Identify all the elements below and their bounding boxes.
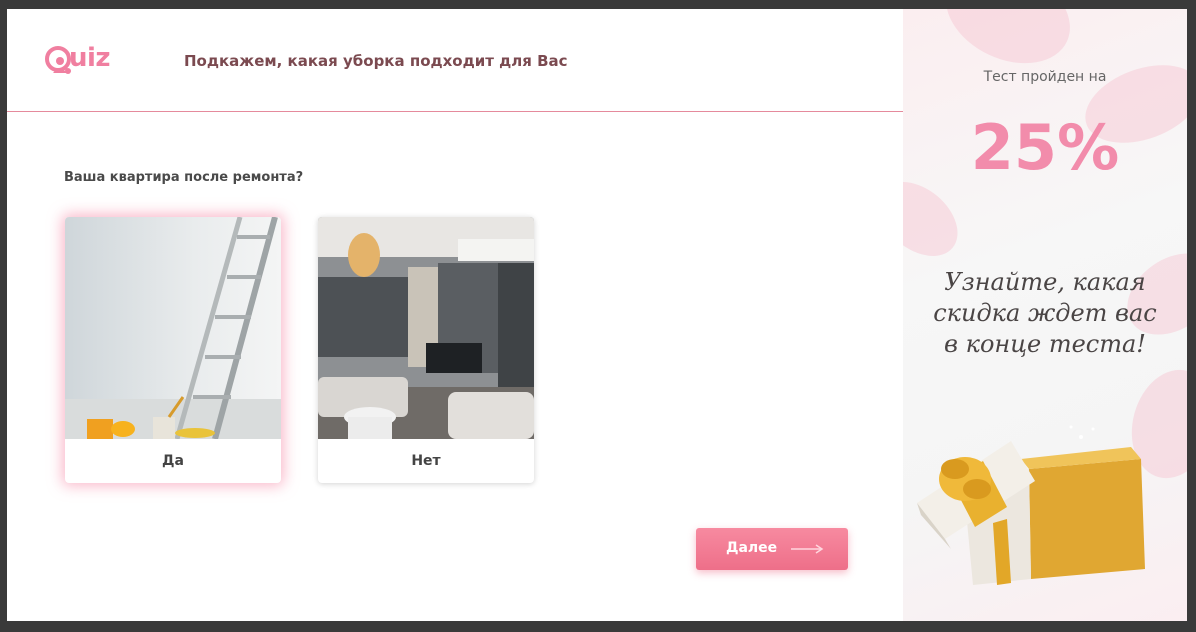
arrow-right-icon <box>791 544 824 554</box>
progress-caption: Тест пройден на <box>983 69 1107 85</box>
option-card-yes[interactable]: Да <box>65 217 281 483</box>
quiz-window: uiz Подкажем, какая уборка подходит для … <box>7 9 1187 621</box>
progress-value: 25% <box>970 111 1120 184</box>
promo-text: Узнайте, какая скидка ждет вас в конце т… <box>933 268 1157 358</box>
apartment-image <box>318 217 534 439</box>
header: uiz Подкажем, какая уборка подходит для … <box>7 9 903 112</box>
option-card-no[interactable]: Нет <box>318 217 534 483</box>
gift-box-icon <box>917 425 1145 585</box>
logo-text: uiz <box>69 43 111 73</box>
question-text: Ваша квартира после ремонта? <box>64 170 304 185</box>
next-button[interactable]: Далее <box>696 528 848 570</box>
page-title: Подкажем, какая уборка подходит для Вас <box>184 52 568 70</box>
quiz-main-panel: uiz Подкажем, какая уборка подходит для … <box>7 9 903 621</box>
next-button-label: Далее <box>726 540 778 556</box>
renovation-image <box>65 217 281 439</box>
option-label-yes: Да <box>162 453 184 469</box>
sidebar: Тест пройден на 25% Узнайте, какая скидк… <box>903 9 1187 621</box>
option-label-no: Нет <box>411 453 441 469</box>
quiz-logo[interactable]: uiz <box>45 43 129 79</box>
